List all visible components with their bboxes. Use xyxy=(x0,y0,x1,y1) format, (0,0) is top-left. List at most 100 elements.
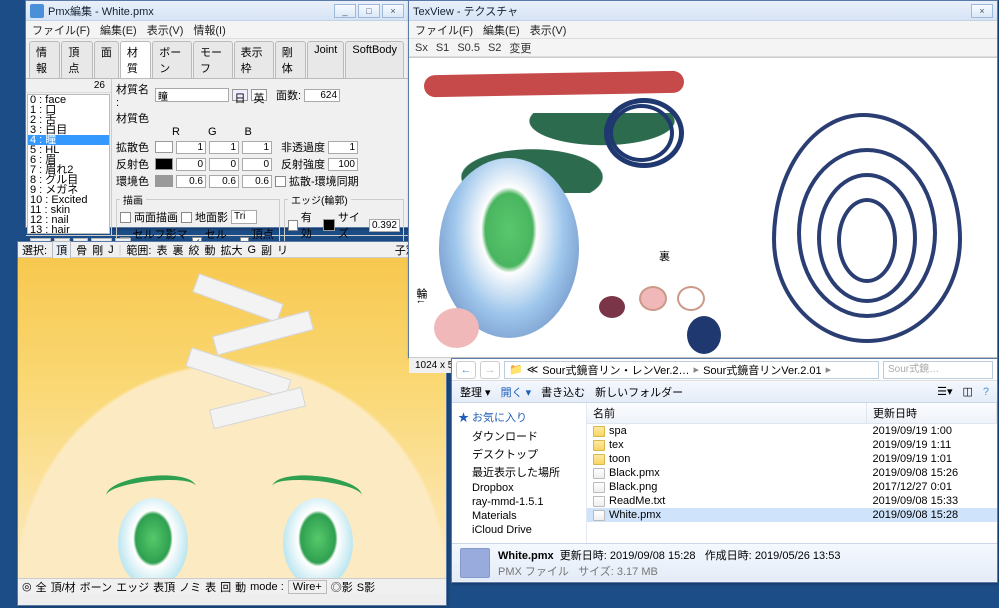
sshadow-toggle[interactable]: S影 xyxy=(357,579,375,595)
shadow-toggle[interactable]: ◎影 xyxy=(331,579,353,595)
sel-rigid[interactable]: 剛 xyxy=(92,242,103,258)
foot-move[interactable]: 動 xyxy=(235,579,246,595)
tab-Joint[interactable]: Joint xyxy=(307,41,344,78)
material-item[interactable]: 13 : hair xyxy=(28,225,109,234)
g-button[interactable]: G xyxy=(247,244,256,256)
sidebar-desktop[interactable]: デスクトップ xyxy=(458,445,580,463)
tab-剛体[interactable]: 剛体 xyxy=(275,41,306,78)
forward-button[interactable]: → xyxy=(480,361,500,379)
view-mode-button[interactable]: ☰▾ xyxy=(937,385,952,398)
double-cb[interactable] xyxy=(120,212,131,223)
foot-edge[interactable]: エッジ xyxy=(116,579,149,595)
sel-joint[interactable]: J xyxy=(108,244,114,256)
range-move[interactable]: 動 xyxy=(204,242,215,258)
tri-select[interactable]: Tri xyxy=(231,210,257,224)
foot-nomi[interactable]: ノミ xyxy=(179,579,201,595)
spec-g[interactable]: 0 xyxy=(209,158,239,171)
amb-g[interactable]: 0.6 xyxy=(209,175,239,188)
write-button[interactable]: 書き込む xyxy=(541,384,585,400)
edge-swatch[interactable] xyxy=(323,219,335,231)
edge-on-cb[interactable] xyxy=(288,220,298,231)
range-back[interactable]: 裏 xyxy=(172,242,183,258)
search-input[interactable]: Sour式鏡… xyxy=(883,361,993,379)
lang-jp-button[interactable]: 日 xyxy=(232,89,248,101)
texview-canvas[interactable]: 裏 輪↓ xyxy=(409,57,997,357)
pmx-max-button[interactable]: □ xyxy=(358,4,380,18)
tab-面[interactable]: 面 xyxy=(94,41,119,78)
zoom-s2[interactable]: S2 xyxy=(488,42,501,54)
pmx-menu-view[interactable]: 表示(V) xyxy=(147,22,184,38)
col-date[interactable]: 更新日時 xyxy=(867,403,997,424)
material-list[interactable]: 0 : face1 : 口2 : 舌3 : 白目4 : 瞳5 : HL6 : 眉… xyxy=(27,94,110,234)
tab-モーフ[interactable]: モーフ xyxy=(193,41,233,78)
crumb-2[interactable]: Sour式鏡音リンVer.2.01 xyxy=(703,362,822,378)
alpha-input[interactable]: 1 xyxy=(328,141,358,154)
reset-button[interactable]: リ xyxy=(277,242,288,258)
file-row[interactable]: Black.pmx2019/09/08 15:26 xyxy=(587,466,997,480)
sidebar-materials[interactable]: Materials xyxy=(458,509,580,523)
tab-SoftBody[interactable]: SoftBody xyxy=(345,41,404,78)
tab-表示枠[interactable]: 表示枠 xyxy=(234,41,274,78)
foot-vertmat[interactable]: 頂/材 xyxy=(51,579,76,595)
foot-front[interactable]: 表 xyxy=(205,579,216,595)
pmx-close-button[interactable]: × xyxy=(382,4,404,18)
sidebar-downloads[interactable]: ダウンロード xyxy=(458,427,580,445)
crumb-1[interactable]: Sour式鏡音リン・レンVer.2… xyxy=(542,362,689,378)
diffuse-b[interactable]: 1 xyxy=(242,141,272,154)
preview-button[interactable]: ◫ xyxy=(962,385,972,398)
breadcrumb[interactable]: 📁 ≪ Sour式鏡音リン・レンVer.2…▸ Sour式鏡音リンVer.2.0… xyxy=(504,361,879,379)
sidebar-icloud[interactable]: iCloud Drive xyxy=(458,523,580,537)
amb-b[interactable]: 0.6 xyxy=(242,175,272,188)
diffuse-g[interactable]: 1 xyxy=(209,141,239,154)
help-button[interactable]: ? xyxy=(983,386,989,398)
spec-r[interactable]: 0 xyxy=(176,158,206,171)
file-row[interactable]: Black.png2017/12/27 0:01 xyxy=(587,480,997,494)
texview-close-button[interactable]: × xyxy=(971,4,993,18)
pmx-menu-file[interactable]: ファイル(F) xyxy=(32,22,90,38)
foot-fit[interactable]: ◎ xyxy=(22,580,32,593)
foot-rot[interactable]: 回 xyxy=(220,579,231,595)
foot-bone[interactable]: ボーン xyxy=(80,579,112,595)
mat-name-input[interactable] xyxy=(155,88,229,102)
ground-cb[interactable] xyxy=(181,212,192,223)
pmx-titlebar[interactable]: Pmx編集 - White.pmx _ □ × xyxy=(26,1,408,21)
file-row[interactable]: toon2019/09/19 1:01 xyxy=(587,452,997,466)
tab-ボーン[interactable]: ボーン xyxy=(152,41,192,78)
sel-bone[interactable]: 骨 xyxy=(76,242,87,258)
specp-input[interactable]: 100 xyxy=(328,158,358,171)
back-button[interactable]: ← xyxy=(456,361,476,379)
zoom-sx[interactable]: Sx xyxy=(415,42,428,54)
sidebar-dropbox[interactable]: Dropbox xyxy=(458,481,580,495)
amb-r[interactable]: 0.6 xyxy=(176,175,206,188)
foot-showv[interactable]: 表頂 xyxy=(153,579,175,595)
lang-en-button[interactable]: 英 xyxy=(251,89,267,101)
sync-checkbox[interactable] xyxy=(275,176,286,187)
pmx-menu-info[interactable]: 情報(I) xyxy=(193,22,225,38)
view-canvas[interactable] xyxy=(18,258,446,578)
open-button[interactable]: 開く ▾ xyxy=(501,384,532,400)
texv-menu-edit[interactable]: 編集(E) xyxy=(483,22,520,38)
tab-頂点[interactable]: 頂点 xyxy=(61,41,92,78)
pmx-menu-edit[interactable]: 編集(E) xyxy=(100,22,137,38)
sidebar-raymmd[interactable]: ray-mmd-1.5.1 xyxy=(458,495,580,509)
diffuse-swatch[interactable] xyxy=(155,141,173,153)
zoom-s1[interactable]: S1 xyxy=(436,42,449,54)
texv-menu-view[interactable]: 表示(V) xyxy=(530,22,567,38)
sidebar-recent[interactable]: 最近表示した場所 xyxy=(458,463,580,481)
organize-button[interactable]: 整理 ▾ xyxy=(460,384,491,400)
tab-情報[interactable]: 情報 xyxy=(29,41,60,78)
amb-swatch[interactable] xyxy=(155,175,173,187)
range-front[interactable]: 表 xyxy=(156,242,167,258)
texview-titlebar[interactable]: TexView - テクスチャ × xyxy=(409,1,997,21)
range-filter[interactable]: 絞 xyxy=(188,242,199,258)
spec-b[interactable]: 0 xyxy=(242,158,272,171)
zoom-button[interactable]: 拡大 xyxy=(220,242,242,258)
tab-材質[interactable]: 材質 xyxy=(120,41,151,78)
sub-button[interactable]: 副 xyxy=(261,242,272,258)
file-row[interactable]: spa2019/09/19 1:00 xyxy=(587,424,997,439)
mode-select[interactable]: Wire+ xyxy=(288,580,327,594)
edge-size-input[interactable]: 0.392 xyxy=(369,219,400,232)
spec-swatch[interactable] xyxy=(155,158,173,170)
col-name[interactable]: 名前 xyxy=(587,403,867,424)
pmx-min-button[interactable]: _ xyxy=(334,4,356,18)
